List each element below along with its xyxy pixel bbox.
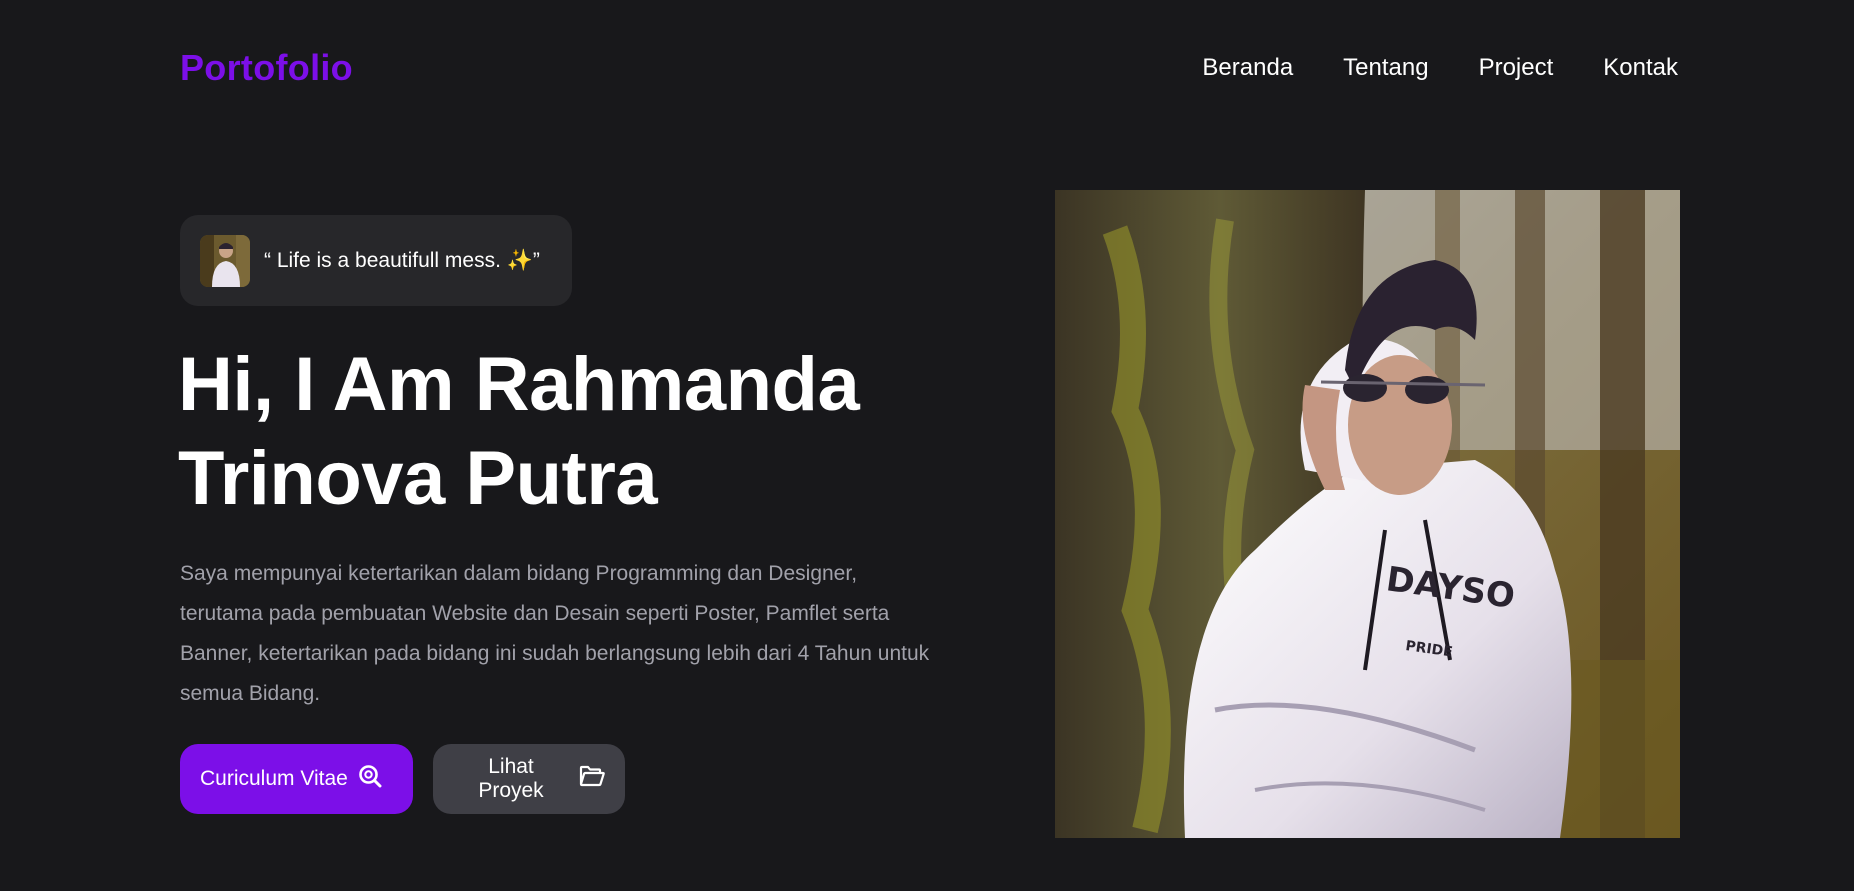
folder-open-icon bbox=[579, 765, 605, 793]
main-nav: Beranda Tentang Project Kontak bbox=[1202, 54, 1678, 82]
quote-text: “ Life is a beautifull mess. ✨” bbox=[264, 248, 540, 272]
hero-title-line-2: Trinova Putra bbox=[178, 436, 658, 521]
nav-link-beranda[interactable]: Beranda bbox=[1202, 54, 1293, 82]
hero-title: Hi, I Am Rahmanda Trinova Putra bbox=[178, 338, 938, 526]
avatar bbox=[200, 234, 250, 287]
nav-link-tentang[interactable]: Tentang bbox=[1343, 54, 1428, 82]
nav-link-kontak[interactable]: Kontak bbox=[1603, 54, 1678, 82]
view-projects-button[interactable]: Lihat Proyek bbox=[433, 744, 625, 814]
cv-button-label: Curiculum Vitae bbox=[200, 767, 348, 790]
site-header: Portofolio Beranda Tentang Project Konta… bbox=[180, 40, 1678, 96]
hero-title-line-1: Hi, I Am Rahmanda bbox=[178, 342, 860, 427]
page: Portofolio Beranda Tentang Project Konta… bbox=[0, 0, 1854, 891]
search-icon bbox=[358, 764, 382, 794]
profile-photo: DAYSO PRIDE bbox=[1055, 190, 1680, 838]
quote-badge: “ Life is a beautifull mess. ✨” bbox=[180, 215, 572, 306]
nav-link-project[interactable]: Project bbox=[1479, 54, 1554, 82]
logo[interactable]: Portofolio bbox=[180, 47, 353, 89]
cv-button[interactable]: Curiculum Vitae bbox=[180, 744, 413, 814]
view-projects-label: Lihat Proyek bbox=[478, 755, 544, 802]
hero-description: Saya mempunyai ketertarikan dalam bidang… bbox=[180, 562, 930, 705]
